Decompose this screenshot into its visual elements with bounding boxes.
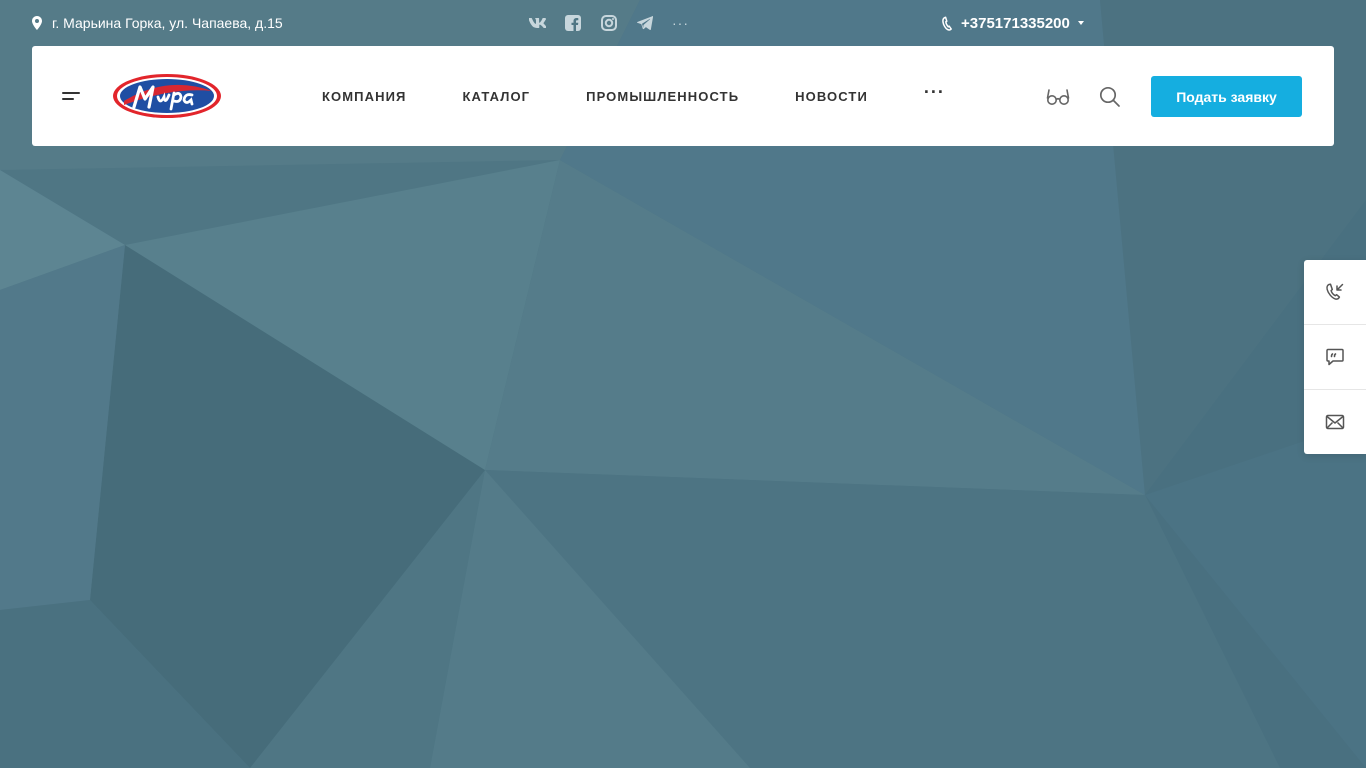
facebook-icon	[565, 15, 581, 31]
mail-icon	[1325, 414, 1345, 430]
top-bar: г. Марьина Горка, ул. Чапаева, д.15 ··· …	[0, 0, 1366, 46]
chat-quote-icon	[1326, 348, 1344, 366]
telegram-link[interactable]	[636, 14, 654, 32]
company-logo[interactable]	[112, 73, 222, 119]
instagram-link[interactable]	[600, 14, 618, 32]
facebook-link[interactable]	[564, 14, 582, 32]
accessibility-glasses-button[interactable]	[1046, 86, 1070, 106]
callback-button[interactable]	[1304, 260, 1366, 325]
main-nav: КОМПАНИЯ КАТАЛОГ ПРОМЫШЛЕННОСТЬ НОВОСТИ …	[322, 46, 945, 146]
location-pin-icon	[32, 16, 42, 30]
telegram-icon	[637, 16, 653, 30]
nav-item-catalog[interactable]: КАТАЛОГ	[462, 89, 530, 104]
phone-icon	[942, 16, 952, 31]
instagram-icon	[601, 15, 617, 31]
vk-icon	[528, 18, 546, 28]
phone-number: +375171335200	[961, 14, 1070, 32]
burger-line	[62, 92, 80, 94]
vk-link[interactable]	[528, 14, 546, 32]
burger-menu-button[interactable]	[62, 88, 80, 104]
search-button[interactable]	[1099, 86, 1121, 108]
mira-logo-icon	[113, 74, 221, 118]
submit-request-button[interactable]: Подать заявку	[1151, 76, 1302, 117]
socials-more-button[interactable]: ···	[672, 14, 689, 32]
chat-button[interactable]	[1304, 325, 1366, 390]
chevron-down-icon	[1077, 21, 1084, 25]
nav-more-button[interactable]: ···	[924, 82, 945, 103]
address: г. Марьина Горка, ул. Чапаева, д.15	[32, 14, 283, 32]
nav-item-industry[interactable]: ПРОМЫШЛЕННОСТЬ	[586, 89, 739, 104]
nav-item-news[interactable]: НОВОСТИ	[795, 89, 868, 104]
main-header: КОМПАНИЯ КАТАЛОГ ПРОМЫШЛЕННОСТЬ НОВОСТИ …	[32, 46, 1334, 146]
search-icon	[1099, 86, 1120, 107]
social-links: ···	[528, 14, 689, 32]
nav-item-company[interactable]: КОМПАНИЯ	[322, 89, 406, 104]
email-button[interactable]	[1304, 390, 1366, 454]
burger-line	[62, 98, 74, 100]
callback-phone-icon	[1326, 283, 1344, 300]
phone-dropdown[interactable]: +375171335200	[942, 13, 1084, 33]
glasses-icon	[1046, 89, 1070, 105]
side-contact-widget	[1304, 260, 1366, 454]
address-text: г. Марьина Горка, ул. Чапаева, д.15	[52, 15, 283, 31]
